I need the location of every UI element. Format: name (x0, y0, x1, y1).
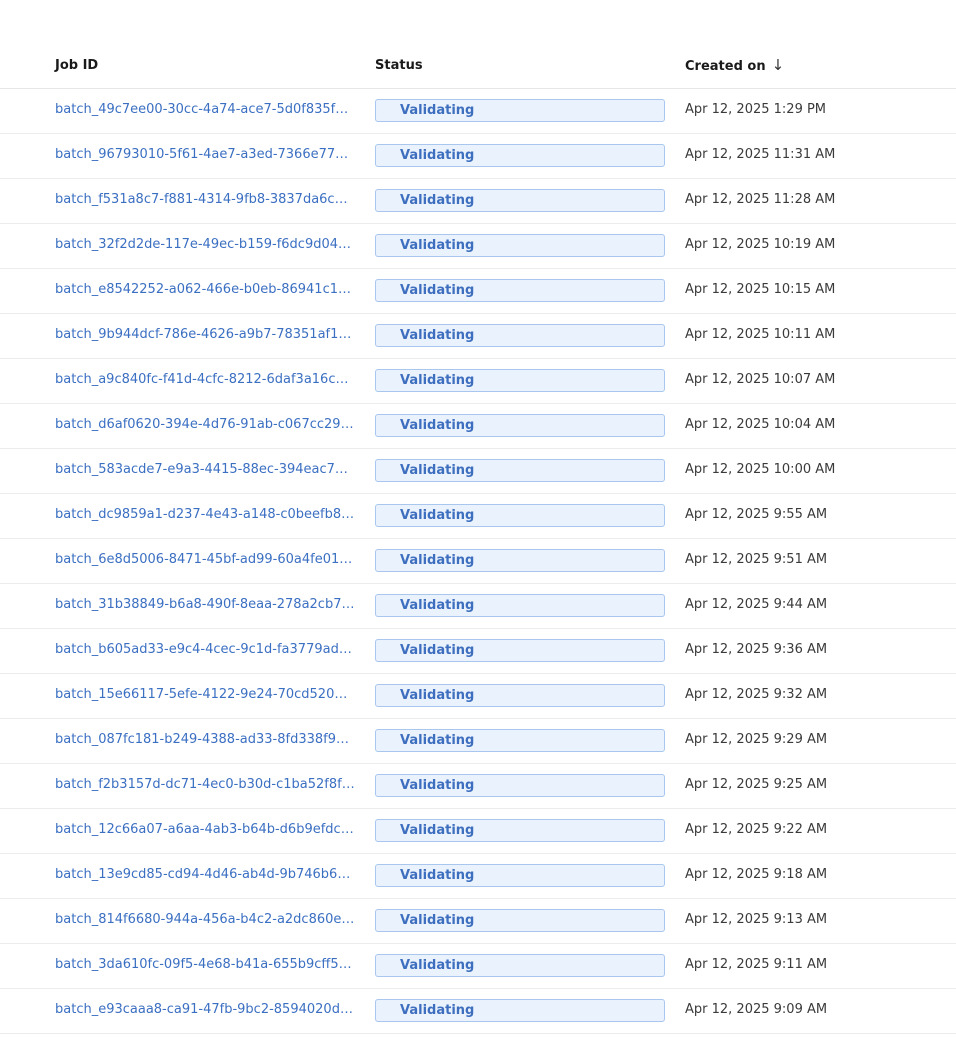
status-badge: Validating (375, 99, 665, 122)
status-badge: Validating (375, 144, 665, 167)
status-badge: Validating (375, 324, 665, 347)
status-badge: Validating (375, 999, 665, 1022)
job-id-link[interactable]: batch_f531a8c7-f881-4314-9fb8-3837da6cbf… (55, 192, 355, 208)
table-row[interactable]: batch_e8542252-a062-466e-b0eb-86941c1792… (0, 269, 956, 314)
created-on-timestamp: Apr 12, 2025 9:22 AM (685, 822, 828, 837)
table-row[interactable]: batch_13e9cd85-cd94-4d46-ab4d-9b746b60e.… (0, 854, 956, 899)
column-header-status[interactable]: Status (375, 58, 423, 74)
table-body: batch_49c7ee00-30cc-4a74-ace7-5d0f835f6b… (0, 89, 956, 1034)
job-id-link[interactable]: batch_dc9859a1-d237-4e43-a148-c0beefb8ed… (55, 507, 355, 523)
created-on-timestamp: Apr 12, 2025 11:31 AM (685, 147, 836, 162)
job-id-link[interactable]: batch_e93caaa8-ca91-47fb-9bc2-8594020de6… (55, 1002, 355, 1018)
table-row[interactable]: batch_087fc181-b249-4388-ad33-8fd338f9a4… (0, 719, 956, 764)
status-badge: Validating (375, 774, 665, 797)
batch-jobs-table: Job ID Status Created on ↓ batch_49c7ee00… (0, 44, 956, 1034)
table-row[interactable]: batch_15e66117-5efe-4122-9e24-70cd520619… (0, 674, 956, 719)
table-row[interactable]: batch_9b944dcf-786e-4626-a9b7-78351af113… (0, 314, 956, 359)
job-id-link[interactable]: batch_32f2d2de-117e-49ec-b159-f6dc9d041d… (55, 237, 355, 253)
column-header-created-on[interactable]: Created on ↓ (685, 58, 784, 75)
job-id-link[interactable]: batch_13e9cd85-cd94-4d46-ab4d-9b746b60e.… (55, 867, 355, 883)
table-row[interactable]: batch_12c66a07-a6aa-4ab3-b64b-d6b9efdc70… (0, 809, 956, 854)
created-on-timestamp: Apr 12, 2025 9:36 AM (685, 642, 828, 657)
status-badge: Validating (375, 684, 665, 707)
column-header-created-on-label: Created on (685, 59, 766, 74)
table-row[interactable]: batch_814f6680-944a-456a-b4c2-a2dc860e25… (0, 899, 956, 944)
job-id-link[interactable]: batch_a9c840fc-f41d-4cfc-8212-6daf3a16ce… (55, 372, 355, 388)
job-id-link[interactable]: batch_f2b3157d-dc71-4ec0-b30d-c1ba52f8f2… (55, 777, 355, 793)
created-on-timestamp: Apr 12, 2025 10:19 AM (685, 237, 836, 252)
created-on-timestamp: Apr 12, 2025 9:29 AM (685, 732, 828, 747)
created-on-timestamp: Apr 12, 2025 9:51 AM (685, 552, 828, 567)
job-id-link[interactable]: batch_15e66117-5efe-4122-9e24-70cd520619… (55, 687, 355, 703)
created-on-timestamp: Apr 12, 2025 10:07 AM (685, 372, 836, 387)
table-row[interactable]: batch_d6af0620-394e-4d76-91ab-c067cc296b… (0, 404, 956, 449)
job-id-link[interactable]: batch_b605ad33-e9c4-4cec-9c1d-fa3779ad4b… (55, 642, 355, 658)
job-id-link[interactable]: batch_087fc181-b249-4388-ad33-8fd338f9a4… (55, 732, 355, 748)
created-on-timestamp: Apr 12, 2025 10:00 AM (685, 462, 836, 477)
created-on-timestamp: Apr 12, 2025 10:04 AM (685, 417, 836, 432)
status-badge: Validating (375, 459, 665, 482)
table-row[interactable]: batch_dc9859a1-d237-4e43-a148-c0beefb8ed… (0, 494, 956, 539)
job-id-link[interactable]: batch_d6af0620-394e-4d76-91ab-c067cc296b… (55, 417, 355, 433)
created-on-timestamp: Apr 12, 2025 9:13 AM (685, 912, 828, 927)
created-on-timestamp: Apr 12, 2025 9:55 AM (685, 507, 828, 522)
job-id-link[interactable]: batch_3da610fc-09f5-4e68-b41a-655b9cff55… (55, 957, 355, 973)
table-row[interactable]: batch_e93caaa8-ca91-47fb-9bc2-8594020de6… (0, 989, 956, 1034)
created-on-timestamp: Apr 12, 2025 9:09 AM (685, 1002, 828, 1017)
job-id-link[interactable]: batch_12c66a07-a6aa-4ab3-b64b-d6b9efdc70… (55, 822, 355, 838)
status-badge: Validating (375, 414, 665, 437)
sort-descending-icon[interactable]: ↓ (772, 58, 785, 73)
table-row[interactable]: batch_49c7ee00-30cc-4a74-ace7-5d0f835f6b… (0, 89, 956, 134)
table-row[interactable]: batch_3da610fc-09f5-4e68-b41a-655b9cff55… (0, 944, 956, 989)
created-on-timestamp: Apr 12, 2025 9:44 AM (685, 597, 828, 612)
status-badge: Validating (375, 819, 665, 842)
status-badge: Validating (375, 594, 665, 617)
status-badge: Validating (375, 369, 665, 392)
created-on-timestamp: Apr 12, 2025 10:11 AM (685, 327, 836, 342)
status-badge: Validating (375, 639, 665, 662)
created-on-timestamp: Apr 12, 2025 11:28 AM (685, 192, 836, 207)
created-on-timestamp: Apr 12, 2025 1:29 PM (685, 102, 827, 117)
created-on-timestamp: Apr 12, 2025 10:15 AM (685, 282, 836, 297)
status-badge: Validating (375, 864, 665, 887)
created-on-timestamp: Apr 12, 2025 9:25 AM (685, 777, 828, 792)
job-id-link[interactable]: batch_49c7ee00-30cc-4a74-ace7-5d0f835f6b… (55, 102, 355, 118)
status-badge: Validating (375, 909, 665, 932)
created-on-timestamp: Apr 12, 2025 9:11 AM (685, 957, 828, 972)
table-row[interactable]: batch_31b38849-b6a8-490f-8eaa-278a2cb71c… (0, 584, 956, 629)
job-id-link[interactable]: batch_e8542252-a062-466e-b0eb-86941c1792… (55, 282, 355, 298)
table-row[interactable]: batch_f531a8c7-f881-4314-9fb8-3837da6cbf… (0, 179, 956, 224)
status-badge: Validating (375, 234, 665, 257)
table-header: Job ID Status Created on ↓ (0, 44, 956, 89)
status-badge: Validating (375, 729, 665, 752)
job-id-link[interactable]: batch_6e8d5006-8471-45bf-ad99-60a4fe0130… (55, 552, 355, 568)
table-row[interactable]: batch_a9c840fc-f41d-4cfc-8212-6daf3a16ce… (0, 359, 956, 404)
job-id-link[interactable]: batch_9b944dcf-786e-4626-a9b7-78351af113… (55, 327, 355, 343)
created-on-timestamp: Apr 12, 2025 9:32 AM (685, 687, 828, 702)
table-row[interactable]: batch_6e8d5006-8471-45bf-ad99-60a4fe0130… (0, 539, 956, 584)
table-row[interactable]: batch_f2b3157d-dc71-4ec0-b30d-c1ba52f8f2… (0, 764, 956, 809)
table-row[interactable]: batch_32f2d2de-117e-49ec-b159-f6dc9d041d… (0, 224, 956, 269)
created-on-timestamp: Apr 12, 2025 9:18 AM (685, 867, 828, 882)
job-id-link[interactable]: batch_96793010-5f61-4ae7-a3ed-7366e77ac0… (55, 147, 355, 163)
column-header-job-id[interactable]: Job ID (55, 58, 98, 74)
table-row[interactable]: batch_583acde7-e9a3-4415-88ec-394eac7a0d… (0, 449, 956, 494)
status-badge: Validating (375, 189, 665, 212)
job-id-link[interactable]: batch_31b38849-b6a8-490f-8eaa-278a2cb71c… (55, 597, 355, 613)
status-badge: Validating (375, 549, 665, 572)
job-id-link[interactable]: batch_583acde7-e9a3-4415-88ec-394eac7a0d… (55, 462, 355, 478)
status-badge: Validating (375, 504, 665, 527)
table-row[interactable]: batch_b605ad33-e9c4-4cec-9c1d-fa3779ad4b… (0, 629, 956, 674)
status-badge: Validating (375, 279, 665, 302)
status-badge: Validating (375, 954, 665, 977)
table-row[interactable]: batch_96793010-5f61-4ae7-a3ed-7366e77ac0… (0, 134, 956, 179)
job-id-link[interactable]: batch_814f6680-944a-456a-b4c2-a2dc860e25… (55, 912, 355, 928)
